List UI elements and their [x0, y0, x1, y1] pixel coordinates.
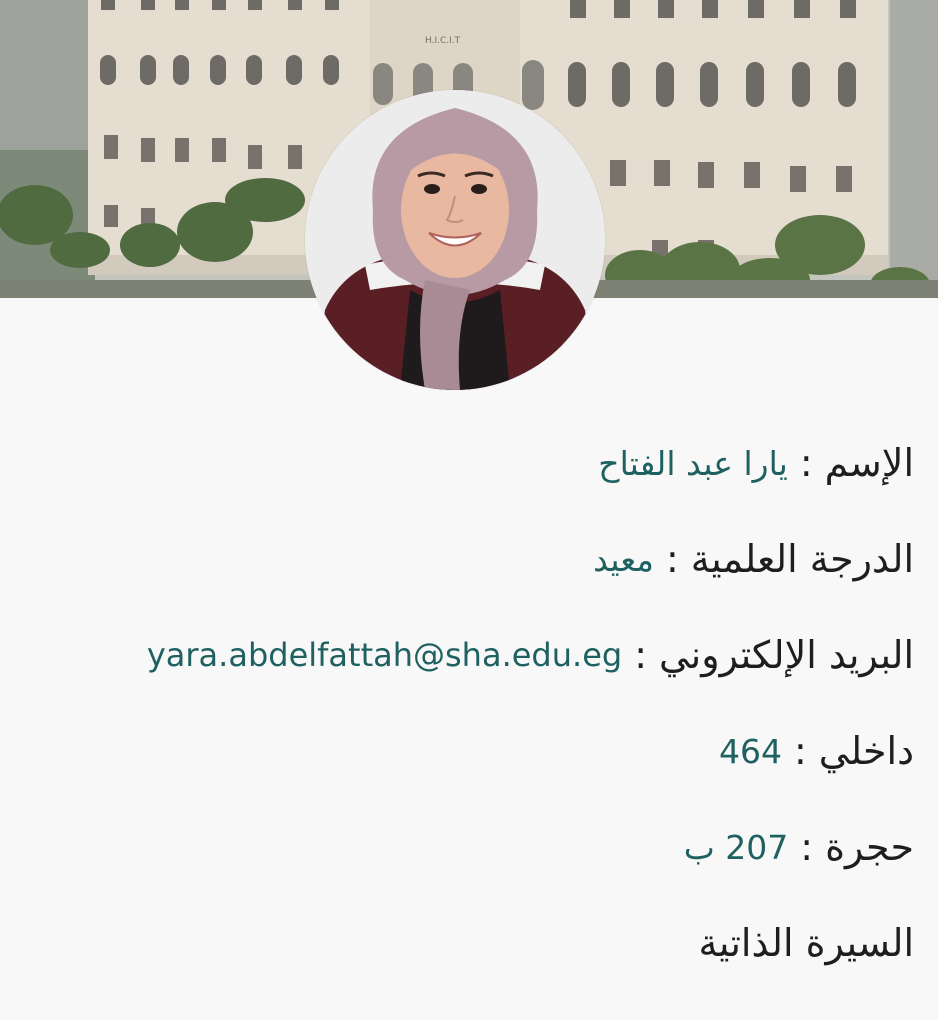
- extension-value: 464: [718, 731, 782, 771]
- email-label: البريد الإلكتروني: [659, 633, 914, 677]
- name-label: الإسم: [824, 441, 914, 485]
- name-row: الإسم : يارا عبد الفتاح: [24, 415, 914, 511]
- degree-value: معيد: [593, 539, 654, 579]
- profile-photo-image: [305, 90, 605, 390]
- room-separator: :: [800, 825, 814, 869]
- name-value: يارا عبد الفتاح: [598, 443, 788, 483]
- degree-label: الدرجة العلمية: [690, 537, 914, 581]
- extension-separator: :: [793, 729, 807, 773]
- name-separator: :: [799, 441, 813, 485]
- room-value: 207 ب: [683, 827, 789, 867]
- email-row: البريد الإلكتروني : yara.abdelfattah@sha…: [24, 607, 914, 703]
- profile-details: الإسم : يارا عبد الفتاح الدرجة العلمية :…: [24, 415, 914, 991]
- degree-row: الدرجة العلمية : معيد: [24, 511, 914, 607]
- room-row: حجرة : 207 ب: [24, 799, 914, 895]
- extension-row: داخلي : 464: [24, 703, 914, 799]
- degree-separator: :: [665, 537, 679, 581]
- profile-avatar: [305, 90, 605, 390]
- email-link[interactable]: yara.abdelfattah@sha.edu.eg: [147, 639, 622, 671]
- cv-link[interactable]: السيرة الذاتية: [698, 924, 914, 962]
- email-separator: :: [634, 633, 647, 677]
- building-sign-text: H.I.C.I.T: [425, 36, 461, 46]
- room-label: حجرة: [825, 825, 914, 869]
- cv-row: السيرة الذاتية: [24, 895, 914, 991]
- extension-label: داخلي: [818, 729, 914, 773]
